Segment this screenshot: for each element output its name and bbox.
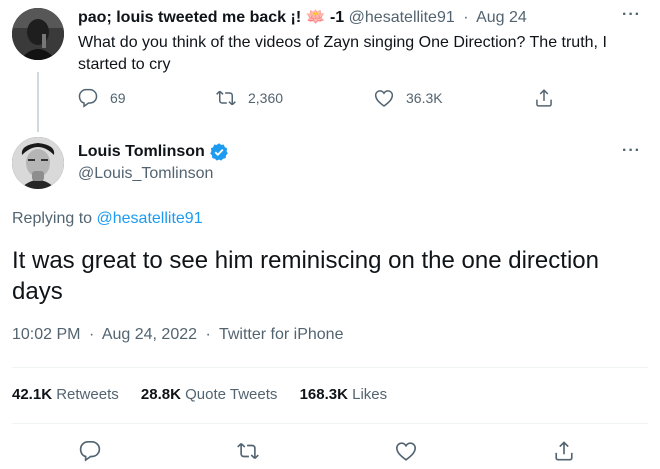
replying-to-prefix: Replying to xyxy=(12,210,97,227)
tweet-stats: 42.1K Retweets 28.8K Quote Tweets 168.3K… xyxy=(12,386,405,403)
replying-to-link[interactable]: @hesatellite91 xyxy=(97,210,203,227)
tweet-source[interactable]: Twitter for iPhone xyxy=(219,326,344,343)
share-icon[interactable] xyxy=(553,440,575,462)
quote-tweets-count: 28.8K xyxy=(140,386,181,403)
main-more-options-icon[interactable]: ··· xyxy=(622,142,641,160)
tweet-time[interactable]: 10:02 PM xyxy=(12,326,80,343)
parent-separator: · xyxy=(463,9,469,26)
verified-badge-icon xyxy=(210,143,228,161)
tweet-meta: 10:02 PM · Aug 24, 2022 · Twitter for iP… xyxy=(12,326,343,344)
author-handle[interactable]: @Louis_Tomlinson xyxy=(78,165,213,183)
share-icon xyxy=(536,89,552,107)
author-avatar[interactable] xyxy=(12,137,64,189)
parent-author-name[interactable]: pao; louis tweeted me back ¡! 🪷 -1 xyxy=(78,9,344,26)
retweet-icon[interactable] xyxy=(237,440,259,462)
quote-tweets-stat[interactable]: 28.8K Quote Tweets xyxy=(141,386,277,403)
reply-icon xyxy=(78,88,98,108)
meta-separator-2: · xyxy=(205,326,211,343)
tweet-date[interactable]: Aug 24, 2022 xyxy=(102,326,197,343)
parent-author-handle[interactable]: @hesatellite91 xyxy=(349,9,455,26)
retweets-count: 42.1K xyxy=(12,386,53,403)
parent-avatar[interactable] xyxy=(12,8,64,60)
parent-tweet-text: What do you think of the videos of Zayn … xyxy=(78,34,607,73)
parent-date[interactable]: Aug 24 xyxy=(476,9,527,26)
author-name-row: Louis Tomlinson xyxy=(78,142,229,162)
parent-retweet-button[interactable]: 2,360 xyxy=(216,88,283,108)
likes-label: Likes xyxy=(352,386,388,403)
quote-tweets-label: Quote Tweets xyxy=(185,386,278,403)
parent-reply-button[interactable]: 69 xyxy=(78,88,126,108)
parent-reply-count: 69 xyxy=(110,90,126,106)
replying-to-line: Replying to @hesatellite91 xyxy=(12,210,203,228)
author-name[interactable]: Louis Tomlinson xyxy=(78,143,205,161)
meta-separator-1: · xyxy=(88,326,95,343)
parent-like-count: 36.3K xyxy=(406,90,443,106)
retweets-stat[interactable]: 42.1K Retweets xyxy=(12,386,119,403)
divider-top xyxy=(12,367,648,368)
heart-icon[interactable] xyxy=(395,440,417,462)
parent-retweet-count: 2,360 xyxy=(248,90,284,106)
parent-share-button[interactable] xyxy=(534,88,554,108)
thread-connector-line xyxy=(37,72,39,132)
likes-stat[interactable]: 168.3K Likes xyxy=(300,386,388,403)
heart-icon xyxy=(374,90,394,107)
retweets-label: Retweets xyxy=(56,386,119,403)
divider-bottom xyxy=(12,423,648,424)
parent-more-options-icon[interactable]: ··· xyxy=(622,6,641,24)
retweet-icon xyxy=(216,90,236,106)
parent-tweet-header: pao; louis tweeted me back ¡! 🪷 -1 @hesa… xyxy=(78,7,527,27)
main-tweet-text: It was great to see him reminiscing on t… xyxy=(12,247,599,305)
likes-count: 168.3K xyxy=(299,386,348,403)
reply-icon[interactable] xyxy=(79,440,101,462)
parent-like-button[interactable]: 36.3K xyxy=(374,88,443,108)
